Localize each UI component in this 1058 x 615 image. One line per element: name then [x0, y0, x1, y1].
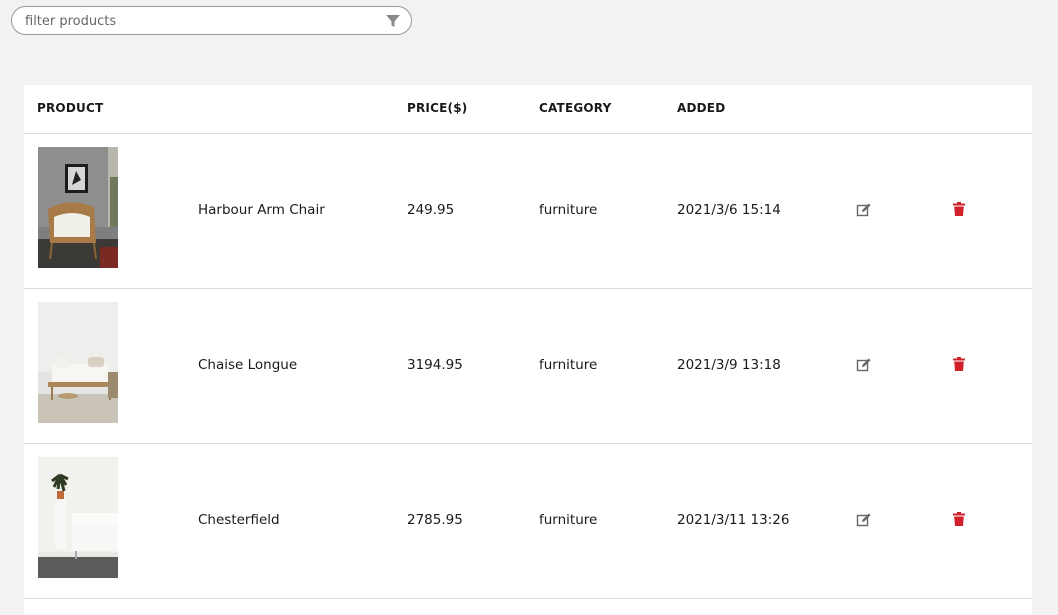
product-price: 2785.95 [407, 512, 463, 528]
product-name: Chesterfield [198, 512, 280, 528]
header-category[interactable]: CATEGORY [539, 101, 611, 115]
filter-icon[interactable] [385, 13, 401, 29]
product-name: Chaise Longue [198, 357, 298, 373]
filter-input[interactable] [25, 12, 375, 30]
product-image-daybed [38, 302, 118, 423]
edit-icon[interactable] [856, 512, 872, 528]
trash-icon[interactable] [952, 356, 966, 372]
product-price: 249.95 [407, 202, 455, 218]
product-category: furniture [539, 357, 598, 373]
product-category: furniture [539, 512, 598, 528]
product-name: Harbour Arm Chair [198, 202, 325, 218]
product-image-armchair [38, 147, 118, 268]
product-image-sofa [38, 457, 118, 578]
header-product[interactable]: PRODUCT [37, 101, 103, 115]
table-row: Chaise Longue 3194.95 furniture 2021/3/9… [24, 289, 1032, 444]
product-added: 2021/3/6 15:14 [677, 202, 781, 218]
product-price: 3194.95 [407, 357, 463, 373]
trash-icon[interactable] [952, 511, 966, 527]
header-added[interactable]: ADDED [677, 101, 725, 115]
table-row: Chesterfield 2785.95 furniture 2021/3/11… [24, 444, 1032, 599]
table-header: PRODUCT PRICE($) CATEGORY ADDED [24, 85, 1032, 134]
products-table: PRODUCT PRICE($) CATEGORY ADDED Harbour … [24, 85, 1032, 615]
product-added: 2021/3/9 13:18 [677, 357, 781, 373]
table-row: Harbour Arm Chair 249.95 furniture 2021/… [24, 134, 1032, 289]
product-category: furniture [539, 202, 598, 218]
product-added: 2021/3/11 13:26 [677, 512, 790, 528]
edit-icon[interactable] [856, 202, 872, 218]
header-price[interactable]: PRICE($) [407, 101, 467, 115]
filter-bar [11, 6, 412, 35]
edit-icon[interactable] [856, 357, 872, 373]
trash-icon[interactable] [952, 201, 966, 217]
